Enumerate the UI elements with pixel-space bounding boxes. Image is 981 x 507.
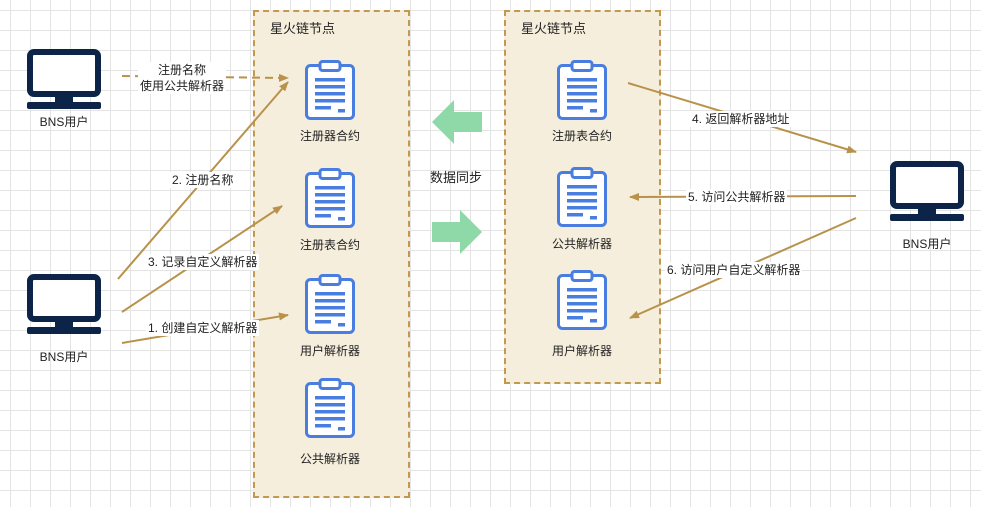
step6-label: 6. 访问用户自定义解析器 [665,262,803,278]
sync-left-arrow [432,100,482,144]
register-label-line2: 使用公共解析器 [139,79,225,93]
register-label-line1: 注册名称 [157,63,207,77]
step2-label: 2. 注册名称 [170,172,236,188]
step1-label: 1. 创建自定义解析器 [146,320,260,336]
step5-label: 5. 访问公共解析器 [686,189,788,205]
register-label: 注册名称 使用公共解析器 [137,62,227,94]
step4-label: 4. 返回解析器地址 [690,111,792,127]
sync-label: 数据同步 [430,170,483,185]
step3-label: 3. 记录自定义解析器 [146,254,260,270]
sync-right-arrow [432,210,482,254]
